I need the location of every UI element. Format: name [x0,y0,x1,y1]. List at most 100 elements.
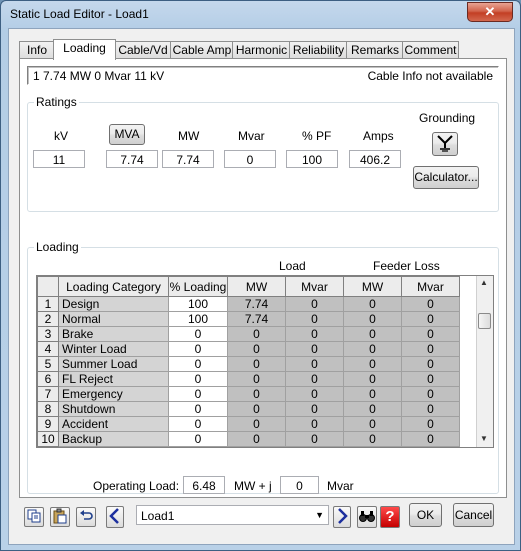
pf-label: % PF [302,129,332,143]
row-number: 5 [37,356,59,372]
feeder-loss-mw-cell: 0 [343,341,402,357]
table-row[interactable]: 8 Shutdown 0 0 0 0 0 [37,401,460,417]
tab-comment[interactable]: Comment [402,41,459,59]
element-select[interactable]: Load1 ▼ [136,505,329,525]
table-row[interactable]: 1 Design 100 7.74 0 0 0 [37,296,460,312]
close-button[interactable]: ✕ [467,2,513,22]
load-mw-cell: 0 [227,356,286,372]
pct-loading-cell[interactable]: 0 [168,326,228,342]
table-row[interactable]: 4 Winter Load 0 0 0 0 0 [37,341,460,357]
next-icon [338,508,348,524]
scroll-down-icon[interactable]: ▼ [480,434,488,443]
help-button[interactable]: ? [380,506,400,528]
feeder-loss-mvar-cell: 0 [401,341,460,357]
pct-loading-cell[interactable]: 0 [168,386,228,402]
grid-scrollbar[interactable]: ▲ ▼ [476,276,493,447]
table-row[interactable]: 5 Summer Load 0 0 0 0 0 [37,356,460,372]
pct-loading-cell[interactable]: 0 [168,371,228,387]
loading-category-cell: Brake [58,326,169,342]
row-number: 8 [37,401,59,417]
scroll-thumb[interactable] [478,313,491,329]
col-header-load-mw[interactable]: MW [227,276,286,297]
find-button[interactable] [357,506,377,528]
pct-loading-cell[interactable]: 100 [168,311,228,327]
mvar-field[interactable]: 0 [224,150,276,168]
row-number: 6 [37,371,59,387]
grid-header-row: Loading Category % Loading MW Mvar MW Mv… [37,276,460,297]
element-select-value: Load1 [141,509,175,523]
tab-reliability[interactable]: Reliability [289,41,348,59]
pct-loading-cell[interactable]: 0 [168,341,228,357]
load-summary: 1 7.74 MW 0 Mvar 11 kV [33,69,165,83]
paste-icon [53,508,67,524]
row-number: 10 [37,431,59,447]
mw-field[interactable]: 7.74 [162,150,214,168]
cancel-button[interactable]: Cancel [453,503,494,527]
col-header-pct-loading[interactable]: % Loading [168,276,228,297]
tab-harmonic[interactable]: Harmonic [232,41,291,59]
mva-field[interactable]: 7.74 [106,150,158,168]
undo-button[interactable] [76,507,96,527]
loading-grid[interactable]: Loading Category % Loading MW Mvar MW Mv… [36,275,494,448]
load-mw-cell: 0 [227,401,286,417]
load-mw-cell: 0 [227,416,286,432]
mva-button[interactable]: MVA [109,124,145,145]
feeder-loss-mw-cell: 0 [343,311,402,327]
feeder-loss-mw-cell: 0 [343,296,402,312]
chevron-down-icon[interactable]: ▼ [315,510,324,520]
operating-mw-field: 6.48 [183,476,225,494]
feeder-loss-mw-cell: 0 [343,386,402,402]
paste-button[interactable] [50,507,70,527]
corner-header [37,276,59,297]
pct-loading-cell[interactable]: 0 [168,356,228,372]
table-row[interactable]: 6 FL Reject 0 0 0 0 0 [37,371,460,387]
kv-field[interactable]: 11 [33,150,85,168]
load-mvar-cell: 0 [285,371,344,387]
load-mw-cell: 0 [227,386,286,402]
amps-field[interactable]: 406.2 [349,150,401,168]
row-number: 3 [37,326,59,342]
tab-loading[interactable]: Loading [53,39,116,60]
scroll-up-icon[interactable]: ▲ [480,278,488,287]
pct-loading-cell[interactable]: 0 [168,431,228,447]
tab-info[interactable]: Info [19,41,55,59]
loading-category-cell: Shutdown [58,401,169,417]
table-row[interactable]: 10 Backup 0 0 0 0 0 [37,431,460,447]
feeder-loss-mvar-cell: 0 [401,326,460,342]
pct-loading-cell[interactable]: 100 [168,296,228,312]
tab-cable-amp[interactable]: Cable Amp [170,41,234,59]
feeder-loss-mw-cell: 0 [343,401,402,417]
kv-label: kV [54,129,69,143]
copy-button[interactable] [24,507,44,527]
pf-field[interactable]: 100 [286,150,338,168]
table-row[interactable]: 3 Brake 0 0 0 0 0 [37,326,460,342]
row-number: 7 [37,386,59,402]
load-mvar-cell: 0 [285,296,344,312]
calculator-button[interactable]: Calculator... [413,166,479,189]
amps-label: Amps [363,129,394,143]
feeder-loss-mw-cell: 0 [343,371,402,387]
pct-loading-cell[interactable]: 0 [168,401,228,417]
ok-button[interactable]: OK [409,503,442,527]
mw-label: MW [178,129,200,143]
next-button[interactable] [333,506,351,528]
col-header-load-mvar[interactable]: Mvar [285,276,344,297]
grounding-button[interactable] [432,132,458,156]
pct-loading-cell[interactable]: 0 [168,416,228,432]
col-header-loss-mvar[interactable]: Mvar [401,276,460,297]
load-mw-cell: 0 [227,326,286,342]
load-mvar-cell: 0 [285,431,344,447]
tab-remarks[interactable]: Remarks [346,41,404,59]
operating-mvar-unit: Mvar [327,479,354,493]
col-header-loss-mw[interactable]: MW [343,276,402,297]
loading-category-cell: Winter Load [58,341,169,357]
table-row[interactable]: 7 Emergency 0 0 0 0 0 [37,386,460,402]
tab-cable-vd[interactable]: Cable/Vd [114,41,172,59]
load-mvar-cell: 0 [285,341,344,357]
table-row[interactable]: 2 Normal 100 7.74 0 0 0 [37,311,460,327]
load-mvar-cell: 0 [285,416,344,432]
previous-button[interactable] [106,506,124,528]
col-header-category[interactable]: Loading Category [58,276,169,297]
table-row[interactable]: 9 Accident 0 0 0 0 0 [37,416,460,432]
title-bar[interactable]: Static Load Editor - Load1 ✕ [1,1,520,27]
